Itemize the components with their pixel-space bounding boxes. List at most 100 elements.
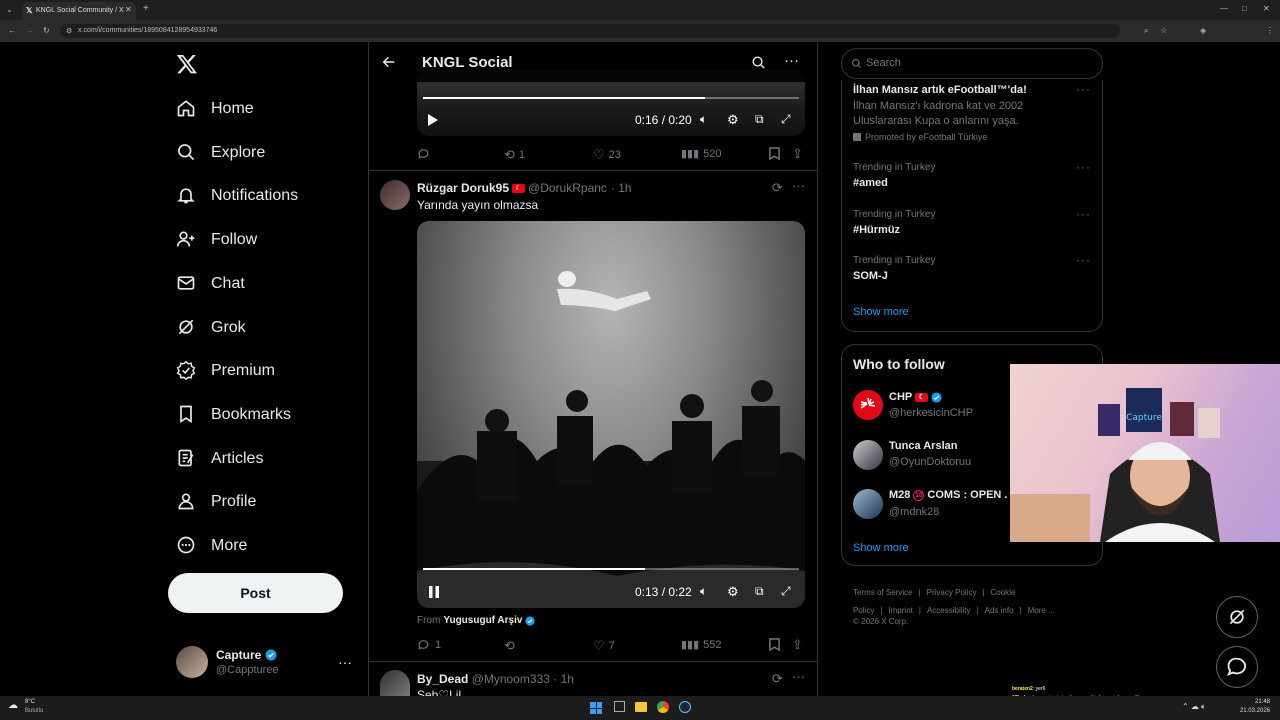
extensions-icon[interactable]: ◈ [1200,26,1206,36]
trend-name[interactable]: SOM-J [853,270,888,282]
footer-link[interactable]: Terms of Service [853,588,913,597]
search-input[interactable]: Search [866,57,901,69]
maximize-icon[interactable]: □ [1242,4,1247,14]
trend-more-icon[interactable]: ··· [1076,207,1091,221]
repost-button[interactable]: ⟲ [504,638,515,654]
x-logo-icon[interactable] [176,53,198,75]
footer-link[interactable]: More ... [1028,606,1055,615]
trend-name[interactable]: #amed [853,177,888,189]
views-button[interactable]: ▮▮▮ 552 [681,638,722,652]
grok-floating-button[interactable] [1216,596,1258,638]
chrome-icon[interactable] [657,701,669,713]
m28-avatar[interactable] [853,489,883,519]
forward-icon[interactable]: → [26,26,34,36]
like-button[interactable]: ♡ 23 [593,147,621,163]
views-button[interactable]: ▮▮▮ 520 [681,147,722,161]
grok-icon[interactable]: ⟳ [772,180,783,196]
bookmark-star-icon[interactable]: ☆ [1160,26,1167,36]
volume-icon[interactable]: 🔈︎ [700,112,707,127]
nav-item-premium[interactable]: Premium [176,355,275,387]
task-view-icon[interactable] [614,701,625,712]
post-more-icon[interactable]: ··· [792,178,805,193]
file-explorer-icon[interactable] [635,702,647,712]
author-handle[interactable]: @DorukRpanc [528,181,607,195]
video-progress-track[interactable] [423,97,799,99]
zoom-icon[interactable]: ⌕ [1144,26,1148,36]
weather-icon[interactable]: ☁ [8,700,18,711]
source-attribution[interactable]: From Yugusuguf Arşiv [417,615,536,626]
minimize-icon[interactable]: — [1220,4,1228,14]
post-time[interactable]: · 1h [553,672,574,686]
video-progress-track[interactable] [423,568,799,570]
author-name[interactable]: By_Dead [417,672,468,686]
start-icon[interactable] [590,702,602,714]
search-icon[interactable] [751,55,766,70]
fullscreen-icon[interactable]: ⤢ [781,584,791,599]
nav-item-profile[interactable]: Profile [176,486,256,518]
promo-more-icon[interactable]: ··· [1076,82,1091,96]
tray-icons[interactable]: ⌃ ☁ 🔈︎ [1182,702,1206,712]
nav-item-grok[interactable]: Grok [176,312,246,344]
more-options-icon[interactable]: ··· [784,52,799,69]
follow-show-more[interactable]: Show more [853,542,909,554]
reply-button[interactable] [417,147,435,160]
footer-link[interactable]: Ads info [985,606,1014,615]
follow-name-m28[interactable]: M28 18 COMS : OPEN . [889,489,1007,501]
nav-item-articles[interactable]: Articles [176,443,263,475]
steam-icon[interactable] [679,701,691,713]
browser-menu-icon[interactable]: ⋮ [1266,26,1274,36]
search-box[interactable]: Search [841,48,1103,79]
bookmark-button[interactable] [769,638,785,651]
promo-title[interactable]: İlhan Mansız artık eFootball™'da! [853,84,1027,96]
nav-item-chat[interactable]: Chat [176,268,245,300]
trends-show-more[interactable]: Show more [853,306,909,318]
nav-item-explore[interactable]: Explore [176,137,265,169]
footer-link[interactable]: Privacy Policy [927,588,977,597]
account-avatar[interactable] [176,646,208,678]
site-info-icon[interactable]: ⚙ [66,27,72,35]
picture-in-picture-icon[interactable]: ⧉ [755,584,764,599]
back-icon[interactable]: ← [8,26,16,36]
follow-name[interactable]: Tunca Arslan [889,440,957,452]
reload-icon[interactable]: ↻ [43,26,50,36]
reply-button[interactable]: 1 [417,638,441,651]
post-time[interactable]: · 1h [611,181,632,195]
author-avatar[interactable] [380,670,410,696]
trend-name[interactable]: #Hürmüz [853,224,900,236]
nav-item-notifications[interactable]: Notifications [176,180,298,212]
close-tab-icon[interactable]: ✕ [125,5,132,15]
trend-more-icon[interactable]: ··· [1076,160,1091,174]
video-settings-icon[interactable]: ⚙ [727,112,739,128]
picture-in-picture-icon[interactable]: ⧉ [755,112,764,127]
grok-icon[interactable]: ⟳ [772,671,783,687]
account-menu-icon[interactable]: ··· [338,654,352,670]
play-icon[interactable] [427,113,439,127]
like-button[interactable]: ♡ 7 [593,638,615,654]
author-handle[interactable]: @Mynoom333 [472,672,550,686]
url-bar[interactable]: ⚙ x.com/i/communities/189508412895493374… [60,24,1120,38]
share-icon[interactable]: ⇪ [792,146,803,162]
new-tab-icon[interactable]: + [143,4,149,14]
author-name[interactable]: Rüzgar Doruk95 [417,181,509,195]
nav-item-more[interactable]: More [176,530,247,562]
video-player-post1[interactable]: 0:13 / 0:22 🔈︎ ⚙ ⧉ ⤢ [417,221,805,608]
tab-list-icon[interactable]: ⌄ [6,5,13,15]
bookmark-button[interactable] [769,147,785,160]
chp-avatar[interactable] [853,390,883,420]
share-icon[interactable]: ⇪ [792,637,803,653]
nav-item-home[interactable]: Home [176,93,254,125]
repost-button[interactable]: ⟲ 1 [504,147,525,163]
follow-name-chp[interactable]: CHP ☾ [889,391,942,403]
trend-more-icon[interactable]: ··· [1076,253,1091,267]
window-close-icon[interactable]: ✕ [1263,4,1270,14]
footer-link[interactable]: Accessibility [927,606,971,615]
nav-item-follow[interactable]: Follow [176,224,257,256]
video-settings-icon[interactable]: ⚙ [727,584,739,600]
nav-item-bookmarks[interactable]: Bookmarks [176,399,291,431]
volume-icon[interactable]: 🔈︎ [700,584,707,599]
footer-link[interactable]: Imprint [888,606,912,615]
browser-tab[interactable]: 𝕏 KNGL Social Community / X [22,2,136,20]
fullscreen-icon[interactable]: ⤢ [781,112,791,127]
post-button[interactable]: Post [168,573,343,613]
post-more-icon[interactable]: ··· [792,669,805,684]
